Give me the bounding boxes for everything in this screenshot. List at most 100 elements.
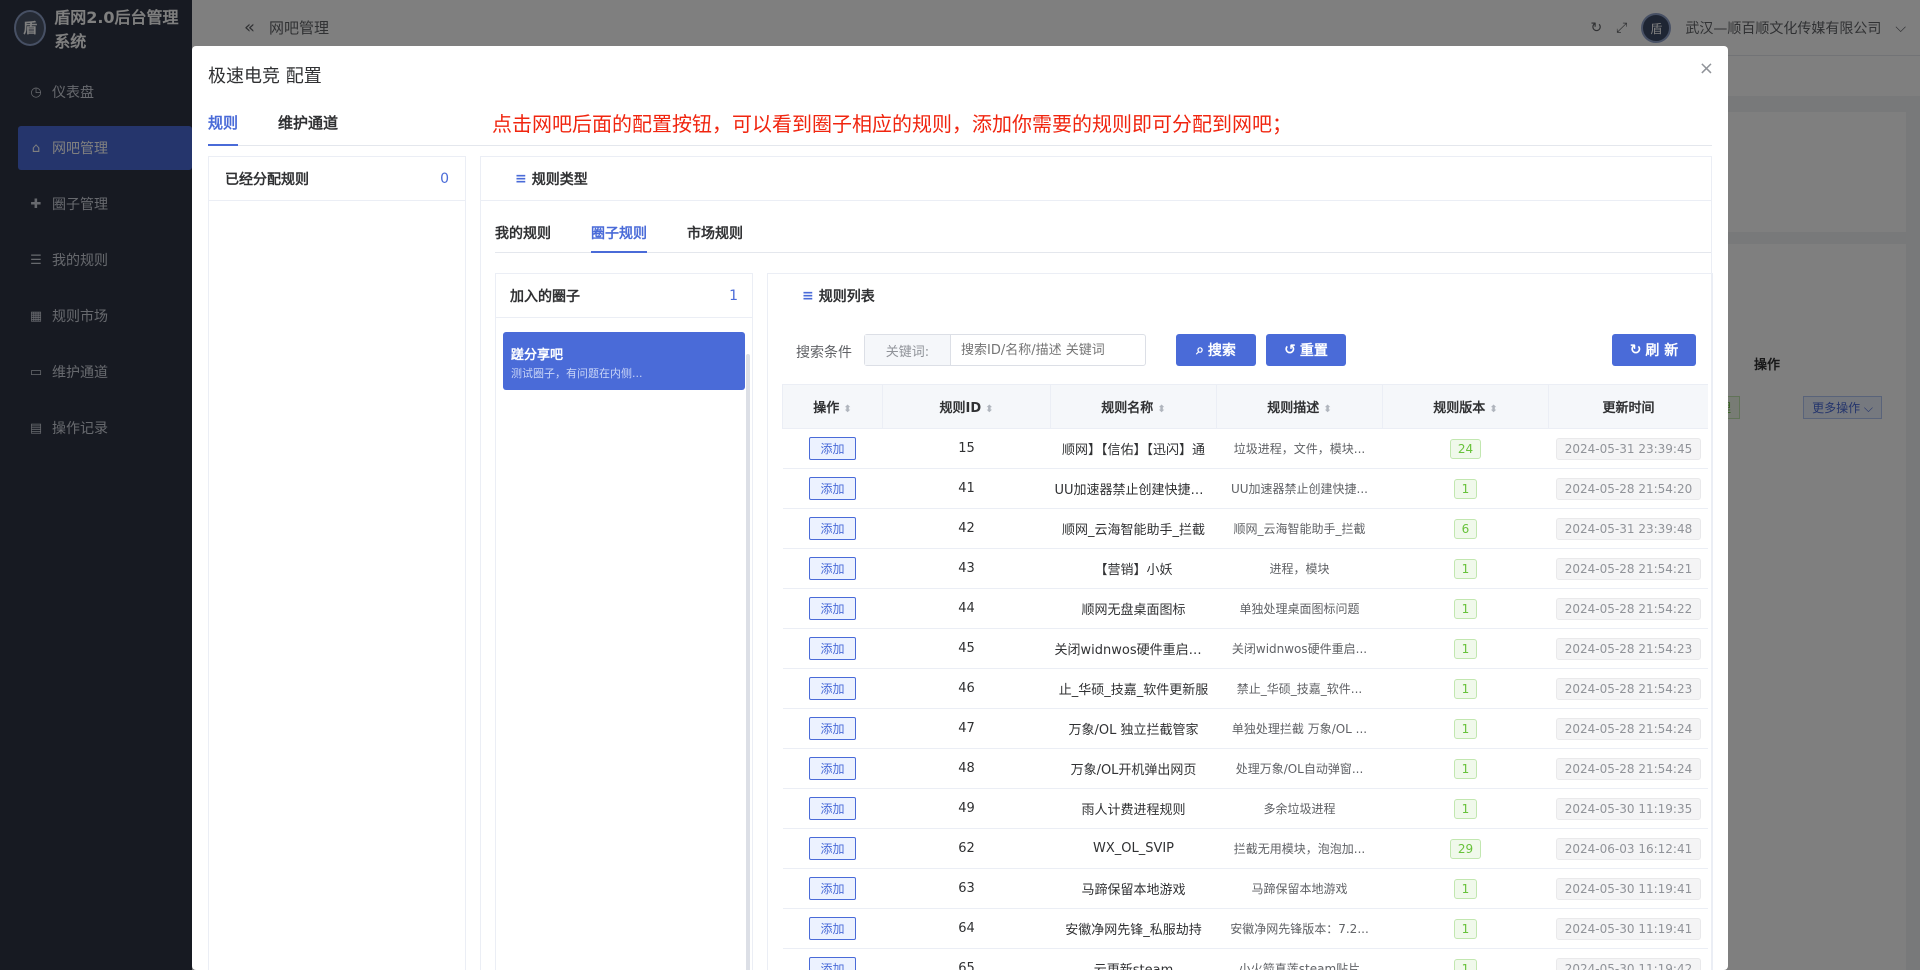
add-rule-button[interactable]: 添加 <box>809 677 856 700</box>
rule-id-cell: 47 <box>882 708 1051 749</box>
update-time-cell: 2024-05-28 21:54:24 <box>1548 748 1708 789</box>
tab-rules[interactable]: 规则 <box>208 110 239 146</box>
tab-maintenance[interactable]: 维护通道 <box>278 110 338 146</box>
rule-desc-cell: 关闭widnwos硬件重启... <box>1216 628 1383 669</box>
sort-icon[interactable]: ⬍ <box>985 404 993 415</box>
table-body: 添加 15 顺网】【信佑】【迅闪】通 垃圾进程，文件，模块... 24 2024-05-3… <box>782 428 1708 970</box>
rule-name-cell: 止_华硕_技嘉_软件更新服 <box>1050 668 1217 709</box>
rule-id-cell: 42 <box>882 508 1051 549</box>
tab-market-rules[interactable]: 市场规则 <box>687 223 743 253</box>
column-header[interactable]: 规则名称 ⬍ <box>1050 384 1217 429</box>
instruction-text: 点击网吧后面的配置按钮，可以看到圈子相应的规则，添加你需要的规则即可分配到网吧； <box>492 112 1292 136</box>
rule-name-cell: 万象/OL 独立拦截管家 <box>1050 708 1217 749</box>
action-cell: 添加 <box>782 628 883 669</box>
dialog-title: 极速电竞 配置 <box>208 66 322 87</box>
search-button[interactable]: ⌕ 搜索 <box>1176 334 1256 366</box>
update-time-cell: 2024-05-28 21:54:21 <box>1548 548 1708 589</box>
rule-id-cell: 63 <box>882 868 1051 909</box>
add-rule-button[interactable]: 添加 <box>809 957 856 970</box>
refresh-button[interactable]: ↻ 刷 新 <box>1612 334 1696 366</box>
rule-id-cell: 44 <box>882 588 1051 629</box>
scrollbar[interactable] <box>746 354 750 970</box>
update-time-cell: 2024-05-30 11:19:42 <box>1548 948 1708 970</box>
version-badge: 1 <box>1453 678 1478 699</box>
add-rule-button[interactable]: 添加 <box>809 437 856 460</box>
add-rule-button[interactable]: 添加 <box>809 717 856 740</box>
column-header[interactable]: 规则版本 ⬍ <box>1382 384 1549 429</box>
reset-button[interactable]: ↺ 重置 <box>1266 334 1346 366</box>
tab-circle-rules[interactable]: 圈子规则 <box>591 223 647 253</box>
table-row: 添加 41 UU加速器禁止创建快捷方式 UU加速器禁止创建快捷... 1 2024-05-… <box>782 468 1708 509</box>
sort-icon[interactable]: ⬍ <box>1323 404 1331 415</box>
version-badge: 29 <box>1449 838 1482 859</box>
rule-list-title: 规则列表 <box>818 289 875 305</box>
table-row: 添加 43 【营销】小妖 进程，模块 1 2024-05-28 21:54:21 <box>782 548 1708 589</box>
tab-my-rules[interactable]: 我的规则 <box>495 223 551 253</box>
version-badge: 1 <box>1453 958 1478 970</box>
column-header: 更新时间 <box>1548 384 1708 429</box>
action-cell: 添加 <box>782 508 883 549</box>
add-rule-button[interactable]: 添加 <box>809 597 856 620</box>
update-time-cell: 2024-05-30 11:19:41 <box>1548 868 1708 909</box>
table-row: 添加 44 顺网无盘桌面图标 单独处理桌面图标问题 1 2024-05-28 21:54:… <box>782 588 1708 629</box>
sort-icon[interactable]: ⬍ <box>1489 404 1497 415</box>
reset-icon: ↺ <box>1284 342 1296 358</box>
rule-desc-cell: 小火箭真莲steam贴片 <box>1216 948 1383 970</box>
column-header[interactable]: 规则ID ⬍ <box>882 384 1051 429</box>
action-cell: 添加 <box>782 548 883 589</box>
action-cell: 添加 <box>782 668 883 709</box>
search-row: 搜索条件 关键词: ⌕搜索 ↺重置 ↻刷 新 <box>768 334 1712 368</box>
circle-item[interactable]: 蹉分享吧 测试圈子，有问题在内侧... <box>503 332 745 390</box>
rule-name-cell: 云更新steam <box>1050 948 1217 970</box>
rule-desc-cell: 单独处理桌面图标问题 <box>1216 588 1383 629</box>
reset-button-label: 重置 <box>1299 343 1328 359</box>
sort-icon[interactable]: ⬍ <box>843 404 851 415</box>
add-rule-button[interactable]: 添加 <box>809 877 856 900</box>
rule-name-cell: 顺网】【信佑】【迅闪】通 <box>1050 428 1217 469</box>
update-time-cell: 2024-05-31 23:39:45 <box>1548 428 1708 469</box>
close-icon[interactable]: × <box>1699 58 1714 79</box>
add-rule-button[interactable]: 添加 <box>809 637 856 660</box>
column-header[interactable]: 规则描述 ⬍ <box>1216 384 1383 429</box>
time-tag: 2024-05-30 11:19:41 <box>1555 877 1702 900</box>
time-tag: 2024-06-03 16:12:41 <box>1555 837 1702 860</box>
version-badge: 6 <box>1453 518 1478 539</box>
rule-version-cell: 1 <box>1382 468 1549 509</box>
action-cell: 添加 <box>782 588 883 629</box>
action-cell: 添加 <box>782 868 883 909</box>
time-tag: 2024-05-30 11:19:35 <box>1555 797 1702 820</box>
add-rule-button[interactable]: 添加 <box>809 757 856 780</box>
add-rule-button[interactable]: 添加 <box>809 837 856 860</box>
add-rule-button[interactable]: 添加 <box>809 477 856 500</box>
column-label: 规则名称 <box>1101 401 1154 416</box>
update-time-cell: 2024-05-28 21:54:22 <box>1548 588 1708 629</box>
rule-id-cell: 15 <box>882 428 1051 469</box>
add-rule-button[interactable]: 添加 <box>809 797 856 820</box>
column-header[interactable]: 操作 ⬍ <box>782 384 883 429</box>
version-badge: 1 <box>1453 918 1478 939</box>
table-row: 添加 48 万象/OL开机弹出网页 处理万象/OL自动弹窗... 1 2024-05-28… <box>782 748 1708 789</box>
add-rule-button[interactable]: 添加 <box>809 557 856 580</box>
joined-circles-header: 加入的圈子 1 <box>496 274 752 318</box>
time-tag: 2024-05-31 23:39:48 <box>1555 517 1702 540</box>
action-cell: 添加 <box>782 828 883 869</box>
rule-id-cell: 64 <box>882 908 1051 949</box>
update-time-cell: 2024-05-28 21:54:23 <box>1548 668 1708 709</box>
joined-circles-panel: 加入的圈子 1 蹉分享吧 测试圈子，有问题在内侧... <box>495 273 753 970</box>
keyword-input[interactable] <box>951 335 1145 365</box>
version-badge: 1 <box>1453 478 1478 499</box>
sort-icon[interactable]: ⬍ <box>1157 404 1165 415</box>
rule-id-cell: 65 <box>882 948 1051 970</box>
rule-name-cell: 关闭widnwos硬件重启计算 <box>1050 628 1217 669</box>
table-row: 添加 65云更新steam小火箭真莲steam贴片 1 2024-05-30 11:1… <box>782 948 1708 970</box>
rule-desc-cell: 马蹄保留本地游戏 <box>1216 868 1383 909</box>
column-label: 操作 <box>813 401 840 416</box>
table-row: 添加 49 雨人计费进程规则 多余垃圾进程 1 2024-05-30 11:19:35 <box>782 788 1708 829</box>
add-rule-button[interactable]: 添加 <box>809 517 856 540</box>
rule-version-cell: 1 <box>1382 748 1549 789</box>
search-button-label: 搜索 <box>1207 343 1236 359</box>
rule-name-cell: 顺网_云海智能助手_拦截 <box>1050 508 1217 549</box>
refresh-icon: ↻ <box>1629 342 1642 358</box>
keyword-field: 关键词: <box>864 334 1146 366</box>
add-rule-button[interactable]: 添加 <box>809 917 856 940</box>
